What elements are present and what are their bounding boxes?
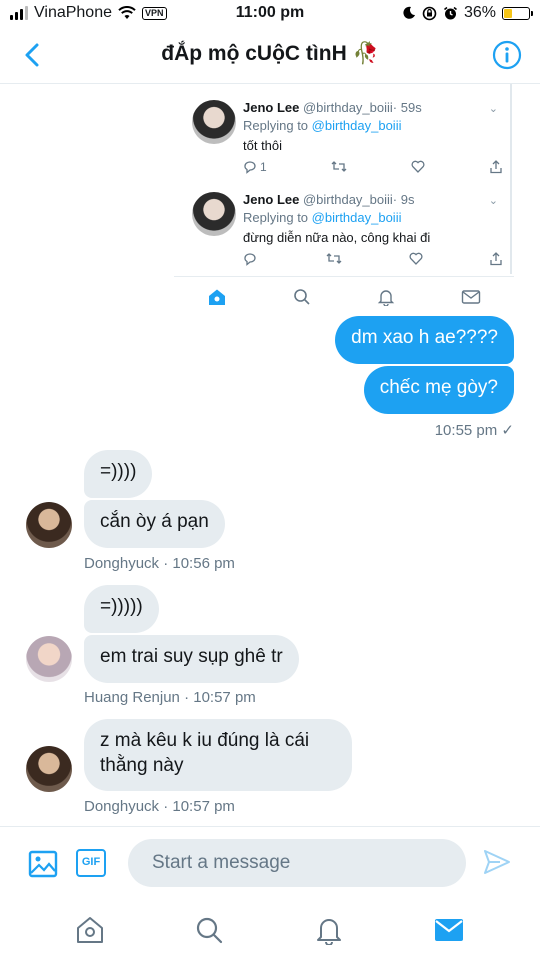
avatar[interactable] [26, 746, 72, 792]
share-icon [490, 252, 502, 266]
replying-to-handle: @birthday_boiii [311, 118, 402, 133]
replying-to: Replying to @birthday_boiii [243, 210, 401, 225]
embedded-tweet: Jeno Lee @birthday_boiii· 9s ⌄ Replying … [174, 176, 510, 268]
search-icon[interactable] [194, 915, 224, 945]
message-bubble-incoming[interactable]: cắn òy á pạn [84, 500, 225, 548]
retweet-icon [326, 253, 342, 264]
avatar[interactable] [26, 636, 72, 682]
avatar [192, 192, 236, 236]
replying-to-handle: @birthday_boiii [311, 210, 402, 225]
reply-icon [244, 252, 256, 266]
tweet-age: · 59s [392, 100, 422, 115]
send-icon[interactable] [482, 847, 512, 877]
battery-icon [502, 6, 533, 20]
message-line: thằng này [100, 755, 184, 776]
home-icon[interactable] [75, 915, 105, 945]
sender-timestamp: Huang Renjun · 10:57 pm [84, 689, 256, 706]
avatar[interactable] [26, 502, 72, 548]
info-icon[interactable] [492, 40, 522, 70]
message-bubble-incoming[interactable]: em trai suy sụp ghê tr [84, 635, 299, 683]
reply-action: 1 [243, 160, 267, 174]
chevron-down-icon: ⌄ [488, 103, 498, 115]
sender-timestamp: Donghyuck · 10:57 pm [84, 798, 235, 815]
gif-button[interactable]: GIF [76, 849, 106, 877]
reply-count: 1 [260, 160, 267, 174]
replying-to: Replying to @birthday_boiii [243, 118, 401, 133]
message-time: 10:55 pm ✓ [434, 422, 514, 439]
message-bubble-outgoing[interactable]: chếc mẹ gòy? [363, 366, 514, 414]
replying-prefix: Replying to [243, 210, 309, 225]
status-right: 36% [402, 4, 533, 22]
share-icon [490, 160, 502, 174]
tweet-text: tốt thôi [243, 138, 283, 153]
message-timestamp: 10:55 pm ✓ [435, 421, 514, 439]
tweet-handle: @birthday_boiii [302, 192, 393, 207]
replying-prefix: Replying to [243, 118, 309, 133]
chevron-down-icon: ⌄ [488, 195, 498, 207]
message-input[interactable] [128, 839, 466, 887]
tweet-author: Jeno Lee @birthday_boiii· 59s [243, 100, 422, 115]
search-icon [294, 288, 310, 305]
tweet-author: Jeno Lee @birthday_boiii· 9s [243, 192, 414, 207]
tweet-age: · 9s [392, 192, 415, 207]
home-icon [209, 289, 225, 305]
reply-action [243, 252, 260, 266]
avatar [192, 100, 236, 144]
tweet-actions [243, 252, 503, 266]
scroll-rail [510, 84, 512, 274]
shared-image-tweets[interactable]: Jeno Lee @birthday_boiii· 59s ⌄ Replying… [174, 84, 514, 316]
embedded-tab-bar [174, 276, 514, 316]
tweet-author-name: Jeno Lee [243, 192, 300, 207]
compose-bar: GIF [0, 826, 540, 900]
rotation-lock-icon [422, 6, 437, 20]
embedded-tweet: Jeno Lee @birthday_boiii· 59s ⌄ Replying… [174, 84, 510, 176]
retweet-icon [331, 161, 347, 172]
tweet-handle: @birthday_boiii [302, 100, 393, 115]
sender-timestamp: Donghyuck · 10:56 pm [84, 555, 235, 572]
conversation-header: đẮp mộ cUộC tìnH 🥀 [0, 28, 540, 84]
bottom-tab-bar [0, 900, 540, 960]
tweet-text: đừng diễn nữa nào, công khai đi [243, 230, 431, 245]
tweet-author-name: Jeno Lee [243, 100, 300, 115]
heart-icon [409, 252, 423, 265]
moon-icon [403, 6, 415, 19]
battery-level [504, 8, 512, 18]
bell-icon[interactable] [314, 915, 344, 945]
mail-icon[interactable] [433, 916, 465, 944]
message-bubble-incoming[interactable]: =)))) [84, 450, 153, 498]
mail-icon [461, 289, 481, 304]
conversation-title[interactable]: đẮp mộ cUộC tìnH 🥀 [0, 42, 540, 66]
message-bubble-incoming[interactable]: =))))) [84, 585, 159, 633]
bell-icon [377, 289, 395, 306]
reply-icon [244, 160, 256, 174]
message-bubble-outgoing[interactable]: dm xao h ae???? [335, 316, 514, 364]
heart-icon [411, 160, 425, 173]
message-line: z mà kêu k iu đúng là cái [100, 730, 310, 751]
message-bubble-incoming[interactable]: z mà kêu k iu đúng là cái thằng này [84, 719, 352, 791]
alarm-icon [443, 6, 457, 19]
tweet-actions: 1 [243, 160, 503, 174]
status-bar: VinaPhone VPN 11:00 pm 36% [0, 0, 540, 28]
image-icon[interactable] [28, 849, 58, 879]
battery-percent: 36% [463, 4, 496, 21]
